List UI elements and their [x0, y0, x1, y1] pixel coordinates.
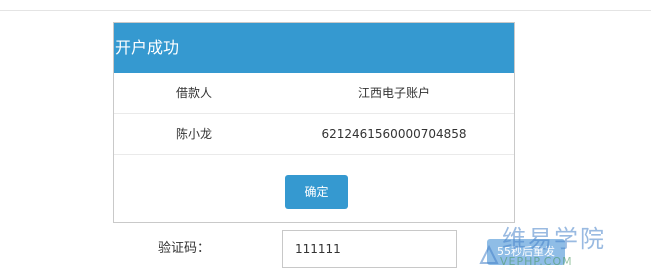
borrower-name: 陈小龙 [175, 127, 212, 141]
table-row: 陈小龙 6212461560000704858 [114, 114, 514, 155]
resend-code-button[interactable]: 55秒后重发 [487, 239, 565, 265]
verification-code-label: 验证码： [158, 241, 211, 256]
verification-code-input[interactable] [282, 230, 457, 268]
dialog-title: 开户成功 [114, 23, 514, 73]
table-header-row: 借款人 江西电子账户 [114, 73, 514, 114]
confirm-button[interactable]: 确定 [285, 175, 348, 209]
header-borrower: 借款人 [175, 86, 212, 100]
account-success-dialog: 开户成功 借款人 江西电子账户 陈小龙 6212461560000704858 … [113, 22, 515, 223]
header-account: 江西电子账户 [357, 86, 430, 100]
top-divider [0, 10, 651, 11]
account-number: 6212461560000704858 [321, 127, 467, 141]
